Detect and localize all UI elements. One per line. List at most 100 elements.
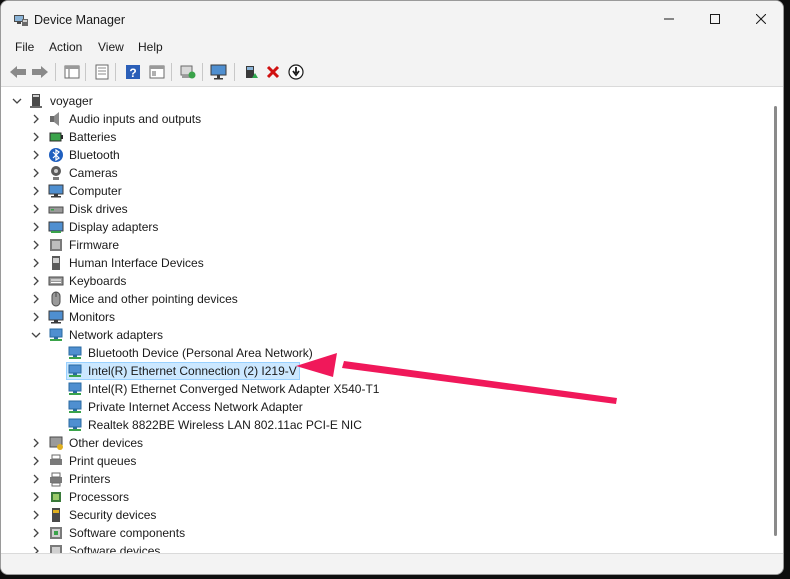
tree-item-security-devices[interactable]: Security devices (7, 506, 707, 524)
chevron-right-icon[interactable] (30, 437, 42, 449)
tree-item-batteries[interactable]: Batteries (7, 128, 707, 146)
scan-hardware-button[interactable] (178, 63, 198, 81)
tree-item-printers[interactable]: Printers (7, 470, 707, 488)
help-button[interactable]: ? (123, 63, 143, 81)
vertical-scrollbar[interactable] (769, 88, 783, 553)
chevron-right-icon[interactable] (30, 509, 42, 521)
network-adapter-icon (68, 400, 82, 413)
tree-item-mice-and-other-pointing-devices[interactable]: Mice and other pointing devices (7, 290, 707, 308)
monitor-button[interactable] (209, 63, 229, 81)
show-hidden-button[interactable] (147, 63, 167, 81)
network-adapter-item[interactable]: Private Internet Access Network Adapter (7, 398, 707, 416)
properties-icon (64, 65, 80, 79)
tree-item-processors[interactable]: Processors (7, 488, 707, 506)
tree-item-software-components[interactable]: Software components (7, 524, 707, 542)
chevron-right-icon[interactable] (30, 473, 42, 485)
network-adapter-item[interactable]: Bluetooth Device (Personal Area Network) (7, 344, 707, 362)
other-devices-icon (49, 436, 63, 450)
tree-item-display-adapters[interactable]: Display adapters (7, 218, 707, 236)
tree-item-label: Computer (69, 184, 122, 198)
tree-item-label: Print queues (69, 454, 137, 468)
minimize-button[interactable] (646, 1, 692, 37)
chevron-right-icon[interactable] (30, 239, 42, 251)
properties-button[interactable] (62, 63, 82, 81)
monitor-icon (210, 64, 227, 80)
software-device-icon (50, 545, 62, 553)
toolbar: ? (1, 58, 783, 87)
tree-item-print-queues[interactable]: Print queues (7, 452, 707, 470)
tree-item-label: Security devices (69, 508, 157, 522)
update-driver-button[interactable] (92, 63, 112, 81)
add-driver-button[interactable] (241, 63, 261, 81)
forward-button[interactable] (30, 63, 50, 81)
chevron-right-icon[interactable] (30, 149, 42, 161)
tree-item-label: Bluetooth (69, 148, 120, 162)
tree-item-cameras[interactable]: Cameras (7, 164, 707, 182)
security-device-icon (52, 508, 60, 522)
tree-item-computer[interactable]: Computer (7, 182, 707, 200)
svg-text:?: ? (129, 66, 136, 80)
network-adapter-item[interactable]: Intel(R) Ethernet Converged Network Adap… (7, 380, 707, 398)
chevron-right-icon[interactable] (30, 257, 42, 269)
firmware-icon (50, 239, 62, 251)
scroll-thumb[interactable] (774, 106, 777, 536)
chevron-right-icon[interactable] (30, 293, 42, 305)
scan-hardware-icon (180, 65, 196, 79)
tree-item-bluetooth[interactable]: Bluetooth (7, 146, 707, 164)
tree-item-label: Network adapters (69, 328, 164, 342)
tree-item-human-interface-devices[interactable]: Human Interface Devices (7, 254, 707, 272)
tree-item-software-devices[interactable]: Software devices (7, 542, 707, 553)
tree-item-label: Realtek 8822BE Wireless LAN 802.11ac PCI… (88, 418, 362, 432)
chevron-right-icon[interactable] (30, 491, 42, 503)
close-button[interactable] (738, 1, 783, 37)
chevron-right-icon[interactable] (30, 185, 42, 197)
tree-item-label: Firmware (69, 238, 119, 252)
tree-item-label: Keyboards (69, 274, 127, 288)
chevron-right-icon[interactable] (30, 167, 42, 179)
chevron-right-icon[interactable] (30, 203, 42, 215)
chevron-right-icon[interactable] (30, 545, 42, 553)
chevron-down-icon[interactable] (11, 95, 23, 107)
add-driver-icon (246, 66, 258, 78)
toolbar-separator (55, 63, 56, 81)
speaker-icon (50, 112, 59, 126)
maximize-button[interactable] (692, 1, 738, 37)
tree-root[interactable]: voyager (7, 92, 307, 110)
hid-icon (52, 256, 60, 270)
tree-item-label: Other devices (69, 436, 144, 450)
menu-view[interactable]: View (95, 40, 127, 54)
software-component-icon (50, 527, 62, 539)
status-bar (1, 553, 783, 574)
chevron-right-icon[interactable] (30, 113, 42, 125)
chevron-right-icon[interactable] (30, 455, 42, 467)
tree-item-network-adapters[interactable]: Network adapters (7, 326, 707, 344)
back-button[interactable] (8, 63, 28, 81)
tree-item-keyboards[interactable]: Keyboards (7, 272, 707, 290)
disk-drive-icon (48, 206, 64, 214)
device-tree[interactable]: voyager Audio inputs and outputs Batterie… (7, 88, 769, 553)
uninstall-button[interactable] (263, 63, 283, 81)
network-adapter-item[interactable]: Intel(R) Ethernet Connection (2) I219-V (7, 362, 707, 380)
help-icon: ? (126, 65, 140, 80)
network-adapter-icon (68, 382, 82, 395)
chevron-right-icon[interactable] (30, 311, 42, 323)
chevron-right-icon[interactable] (30, 275, 42, 287)
chevron-right-icon[interactable] (30, 131, 42, 143)
chevron-right-icon[interactable] (30, 527, 42, 539)
network-adapter-item[interactable]: Realtek 8822BE Wireless LAN 802.11ac PCI… (7, 416, 707, 434)
menu-action[interactable]: Action (46, 40, 85, 54)
download-button[interactable] (286, 63, 306, 81)
menu-file[interactable]: File (12, 40, 37, 54)
tree-item-other-devices[interactable]: Other devices (7, 434, 707, 452)
back-icon (10, 66, 26, 78)
printer-icon (50, 472, 62, 487)
chevron-down-icon[interactable] (30, 329, 42, 341)
menu-help[interactable]: Help (135, 40, 166, 54)
tree-item-disk-drives[interactable]: Disk drives (7, 200, 707, 218)
tree-item-label: Human Interface Devices (69, 256, 204, 270)
chevron-right-icon[interactable] (30, 221, 42, 233)
processor-icon (51, 492, 61, 502)
tree-item-audio-inputs-and-outputs[interactable]: Audio inputs and outputs (7, 110, 707, 128)
tree-item-firmware[interactable]: Firmware (7, 236, 707, 254)
tree-item-monitors[interactable]: Monitors (7, 308, 707, 326)
